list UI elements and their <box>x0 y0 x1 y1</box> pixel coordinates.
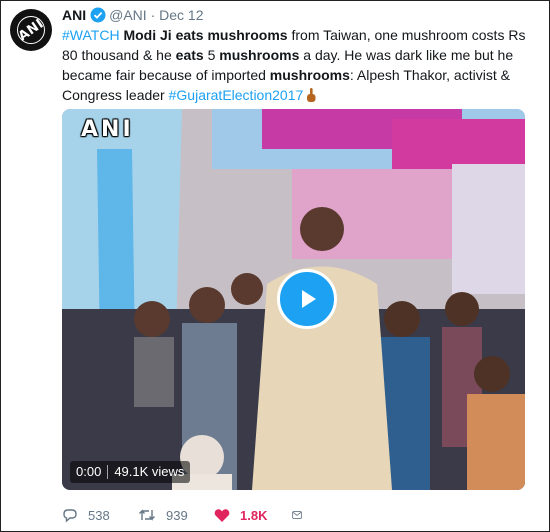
text-bold-5: mushrooms <box>219 47 300 63</box>
video-time: 0:00 <box>76 464 102 479</box>
hashtag-watch[interactable]: #WATCH <box>62 27 120 43</box>
author-handle[interactable]: @ANI <box>109 7 147 23</box>
video-watermark: ANI <box>81 117 134 142</box>
like-count: 1.8K <box>240 507 268 523</box>
action-bar: 538 939 1.8K <box>62 505 312 525</box>
tweet-card: ANI ANI @ANI · Dec 12 #WATCH Modi Ji eats… <box>0 0 550 532</box>
play-icon <box>302 290 316 308</box>
play-button[interactable] <box>277 269 337 329</box>
message-icon <box>292 511 302 519</box>
hashtag-election[interactable]: #GujaratElection2017 <box>169 87 304 103</box>
video-info-overlay: 0:00 49.1K views <box>70 461 191 483</box>
retweet-icon <box>139 509 155 521</box>
avatar[interactable]: ANI <box>10 9 52 51</box>
direct-message-button[interactable] <box>292 508 312 522</box>
text-bold-1: Modi Ji eats mushrooms <box>123 27 288 43</box>
video-views: 49.1K views <box>114 464 185 479</box>
video-player[interactable]: ANI 0:00 49.1K views <box>62 109 525 490</box>
avatar-logo: ANI <box>15 16 47 44</box>
tweet-header: ANI @ANI · Dec 12 <box>62 6 204 24</box>
reply-button[interactable]: 538 <box>62 507 138 523</box>
meta-separator: · <box>150 7 156 23</box>
pointing-hand-emoji <box>305 87 317 108</box>
heart-icon <box>214 508 230 522</box>
text-bold-3: eats <box>175 47 204 63</box>
like-button[interactable]: 1.8K <box>214 508 292 523</box>
retweet-button[interactable]: 939 <box>138 507 214 523</box>
text-bold-7: mushrooms <box>269 67 350 83</box>
retweet-count: 939 <box>166 507 188 523</box>
author-name[interactable]: ANI <box>62 7 86 23</box>
verified-icon <box>90 7 106 27</box>
reply-count: 538 <box>88 507 110 523</box>
tweet-date[interactable]: Dec 12 <box>159 7 203 23</box>
text-4: 5 <box>203 47 220 63</box>
reply-icon <box>63 509 77 523</box>
tweet-text: #WATCH Modi Ji eats mushrooms from Taiwa… <box>62 25 542 108</box>
